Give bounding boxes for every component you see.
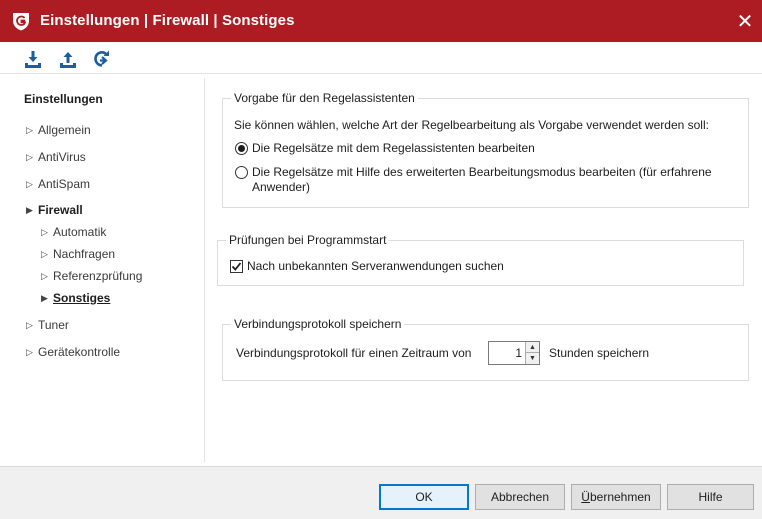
- sidebar-item-antispam[interactable]: ▷ AntiSpam: [26, 177, 90, 191]
- expand-arrow-icon: ▷: [26, 346, 33, 357]
- sidebar-item-firewall[interactable]: ▶ Firewall: [26, 203, 83, 217]
- import-icon[interactable]: [22, 48, 44, 70]
- window-title: Einstellungen | Firewall | Sonstiges: [40, 12, 295, 29]
- protokoll-label-before: Verbindungsprotokoll für einen Zeitraum …: [236, 346, 472, 360]
- sidebar-item-geraetekontrolle[interactable]: ▷ Gerätekontrolle: [26, 345, 120, 359]
- expand-arrow-icon: ▷: [41, 226, 48, 237]
- title-bar: Einstellungen | Firewall | Sonstiges ✕: [0, 0, 762, 42]
- ok-button[interactable]: OK: [379, 484, 469, 510]
- sidebar-item-automatik[interactable]: ▷ Automatik: [41, 225, 106, 239]
- expand-arrow-icon: ▷: [26, 151, 33, 162]
- expand-arrow-icon: ▷: [26, 319, 33, 330]
- radio-button[interactable]: [235, 166, 248, 179]
- radio-selected-dot: [238, 145, 245, 152]
- sidebar-heading: Einstellungen: [24, 92, 103, 106]
- expand-arrow-icon: ▷: [41, 248, 48, 259]
- stepper-value[interactable]: 1: [515, 346, 522, 360]
- radio-button[interactable]: [235, 142, 248, 155]
- sidebar-item-tuner[interactable]: ▷ Tuner: [26, 318, 69, 332]
- checkbox[interactable]: [230, 260, 243, 273]
- regelassistent-description: Sie können wählen, welche Art der Regelb…: [234, 118, 709, 132]
- gdata-shield-logo-icon: [13, 13, 29, 31]
- stepper-down-icon[interactable]: ▼: [526, 353, 539, 364]
- sidebar-item-nachfragen[interactable]: ▷ Nachfragen: [41, 247, 115, 261]
- cancel-button[interactable]: Abbrechen: [475, 484, 565, 510]
- expanded-arrow-icon: ▶: [26, 204, 33, 215]
- protokoll-label-after: Stunden speichern: [549, 346, 650, 360]
- expand-arrow-icon: ▷: [26, 124, 33, 135]
- expand-arrow-icon: ▷: [41, 270, 48, 281]
- expanded-arrow-icon: ▶: [41, 292, 48, 303]
- radio-regelassistent[interactable]: Die Regelsätze mit dem Regelassistenten …: [235, 141, 535, 155]
- close-icon[interactable]: ✕: [728, 0, 762, 42]
- stepper-up-icon[interactable]: ▲: [526, 342, 539, 353]
- group-title: Prüfungen bei Programmstart: [226, 233, 390, 247]
- checkbox-label: Nach unbekannten Serveranwendungen suche…: [247, 259, 504, 273]
- radio-erweiterter-modus[interactable]: Die Regelsätze mit Hilfe des erweiterten…: [235, 165, 712, 195]
- export-icon[interactable]: [57, 48, 79, 70]
- checkbox-serveranwendungen[interactable]: Nach unbekannten Serveranwendungen suche…: [230, 259, 504, 273]
- sidebar-item-allgemein[interactable]: ▷ Allgemein: [26, 123, 91, 137]
- checkmark-icon: [231, 262, 242, 271]
- sidebar-item-sonstiges[interactable]: ▶ Sonstiges: [41, 291, 110, 305]
- apply-button[interactable]: Übernehmen: [571, 484, 661, 510]
- sidebar-item-antivirus[interactable]: ▷ AntiVirus: [26, 150, 86, 164]
- help-button[interactable]: Hilfe: [667, 484, 754, 510]
- radio-label: Die Regelsätze mit Hilfe des erweiterten…: [252, 165, 712, 194]
- sidebar-item-referenzpruefung[interactable]: ▷ Referenzprüfung: [41, 269, 142, 283]
- apply-mnemonic: Ü: [581, 490, 590, 504]
- radio-label: Die Regelsätze mit dem Regelassistenten …: [252, 141, 535, 155]
- toolbar: [0, 42, 762, 74]
- settings-navigation: Einstellungen ▷ Allgemein ▷ AntiVirus ▷ …: [8, 78, 205, 462]
- stepper-buttons: ▲ ▼: [525, 342, 539, 364]
- reset-icon[interactable]: [91, 48, 113, 70]
- apply-label: bernehmen: [589, 490, 651, 504]
- group-title: Verbindungsprotokoll speichern: [231, 317, 405, 331]
- group-title: Vorgabe für den Regelassistenten: [231, 91, 418, 105]
- expand-arrow-icon: ▷: [26, 178, 33, 189]
- hours-stepper[interactable]: 1 ▲ ▼: [488, 341, 540, 365]
